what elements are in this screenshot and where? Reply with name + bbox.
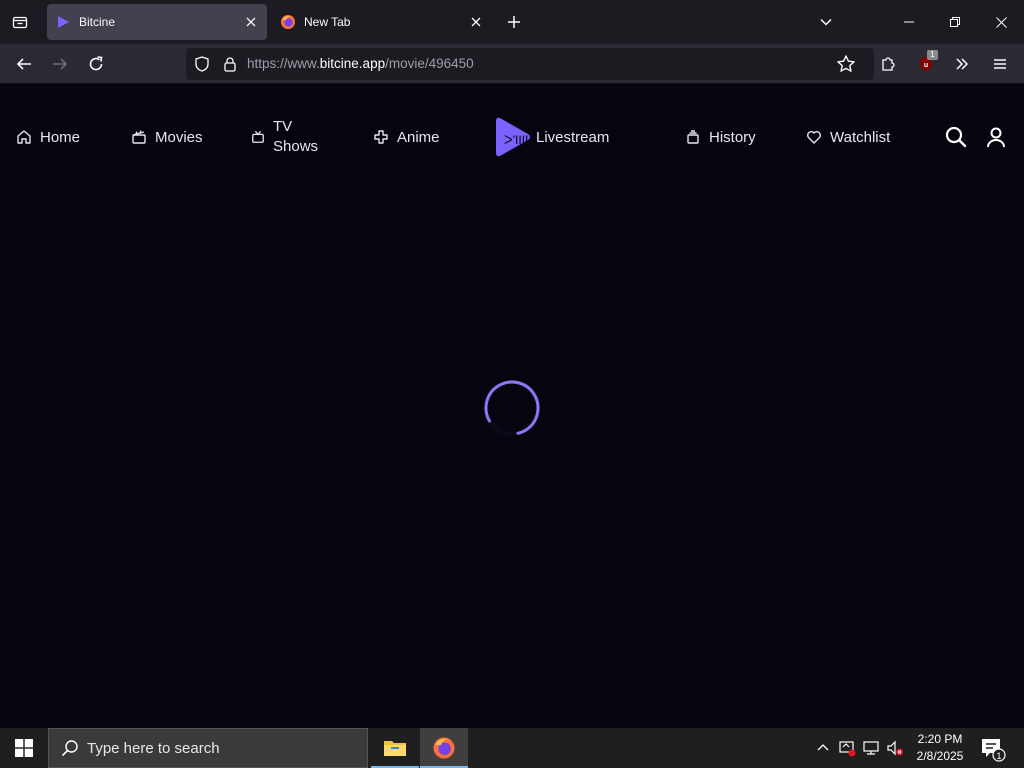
extensions-button[interactable] [872,48,904,80]
network-monitor-icon [863,741,879,755]
search-icon [61,740,78,757]
taskbar-file-explorer[interactable] [371,728,419,768]
extension-badge: 1 [927,50,938,60]
list-all-tabs-button[interactable] [812,8,840,36]
anime-plus-icon [374,130,388,144]
nav-label: History [709,128,756,146]
security-warning-icon [839,741,856,757]
nav-label: Movies [155,128,203,146]
url-text[interactable]: https://www.bitcine.app/movie/496450 [247,56,474,71]
bookmark-star-icon[interactable] [836,54,856,74]
clock-time: 2:20 PM [917,732,963,746]
site-account-button[interactable] [984,125,1008,149]
close-icon [471,17,481,27]
notification-count: 1 [996,751,1001,761]
tv-icon [252,130,264,143]
tab-close-button[interactable] [239,10,263,34]
bitcine-favicon-icon [55,14,71,30]
minimize-icon [904,21,914,23]
puzzle-icon [882,57,895,71]
hamburger-menu-icon [994,59,1006,69]
browser-tab-bar: Bitcine New Tab [0,0,1024,44]
nav-link-home[interactable]: Home [16,125,80,149]
heart-icon [807,131,821,144]
search-placeholder: Type here to search [87,739,220,757]
url-prefix: https://www. [247,56,320,71]
nav-label: Anime [397,128,440,146]
chevron-up-icon [817,744,829,751]
home-icon [17,130,31,144]
nav-link-watchlist[interactable]: Watchlist [806,125,890,149]
logo-overlay-text: ᐳ'IIII [504,133,528,147]
search-icon [945,126,967,148]
window-restore-button[interactable] [932,0,978,44]
back-button[interactable] [8,48,40,80]
chevron-down-icon [820,18,832,26]
close-icon [995,16,1007,28]
tab-new-tab[interactable]: New Tab [272,4,492,40]
window-close-button[interactable] [978,0,1024,44]
url-path: /movie/496450 [385,56,474,71]
site-search-button[interactable] [944,125,968,149]
show-hidden-icons-button[interactable] [813,738,833,758]
reload-button[interactable] [80,48,112,80]
arrow-right-icon [53,58,68,70]
reload-icon [89,56,103,71]
ublock-origin-extension-button[interactable]: u 1 [910,48,942,80]
firefox-icon [433,737,455,759]
nav-link-anime[interactable]: Anime [373,125,440,149]
tab-title: Bitcine [79,15,116,29]
tab-list-button[interactable] [4,6,36,38]
nav-label: TV Shows [273,118,319,155]
firefox-favicon-icon [280,14,296,30]
site-navigation: Home Movies TV Shows Anime ᐳ'IIII Livest… [0,85,1024,189]
app-menu-button[interactable] [984,48,1016,80]
taskbar-firefox[interactable] [420,728,468,768]
plus-icon [508,16,520,28]
tray-security-icon[interactable] [837,738,857,758]
clock-date: 2/8/2025 [916,749,964,763]
close-icon [246,17,256,27]
tab-list-icon [12,16,28,29]
nav-link-livestream[interactable]: Livestream [536,125,609,149]
tray-network-icon[interactable] [861,738,881,758]
user-icon [987,127,1005,148]
nav-link-movies[interactable]: Movies [131,125,203,149]
nav-label: Home [40,128,81,146]
lock-icon[interactable] [222,56,238,72]
window-minimize-button[interactable] [886,0,932,44]
nav-link-history[interactable]: History [685,125,756,149]
tab-bitcine[interactable]: Bitcine [47,4,267,40]
page-content: Home Movies TV Shows Anime ᐳ'IIII Livest… [0,85,1024,728]
action-center-button[interactable]: 1 [978,736,1006,762]
restore-icon [950,17,960,27]
double-chevron-right-icon [956,58,969,70]
speaker-muted-icon [887,740,903,756]
folder-icon [384,741,406,756]
history-stack-icon [687,130,699,144]
more-tools-button[interactable] [946,48,978,80]
clapperboard-icon [132,130,146,144]
taskbar-clock[interactable]: 2:20 PM 2/8/2025 [910,731,970,765]
svg-text:u: u [924,62,928,69]
nav-label: Livestream [536,128,610,146]
loading-spinner-icon [483,379,541,437]
taskbar-search-box[interactable]: Type here to search [48,728,368,768]
tray-volume-icon[interactable] [885,738,905,758]
start-button[interactable] [0,728,48,768]
tab-close-button[interactable] [464,10,488,34]
windows-logo-icon [15,739,33,757]
tracking-protection-shield-icon[interactable] [194,56,210,72]
nav-label: Watchlist [830,128,891,146]
nav-link-tv-shows[interactable]: TV Shows [251,117,333,157]
windows-taskbar: Type here to search 2:20 PM 2/8/2025 1 [0,728,1024,768]
url-host: bitcine.app [319,56,386,71]
arrow-left-icon [16,58,31,70]
notification-icon: 1 [982,739,1006,762]
tab-title: New Tab [304,15,351,29]
url-bar[interactable]: https://www.bitcine.app/movie/496450 [186,48,874,80]
new-tab-button[interactable] [500,8,528,36]
forward-button[interactable] [44,48,76,80]
